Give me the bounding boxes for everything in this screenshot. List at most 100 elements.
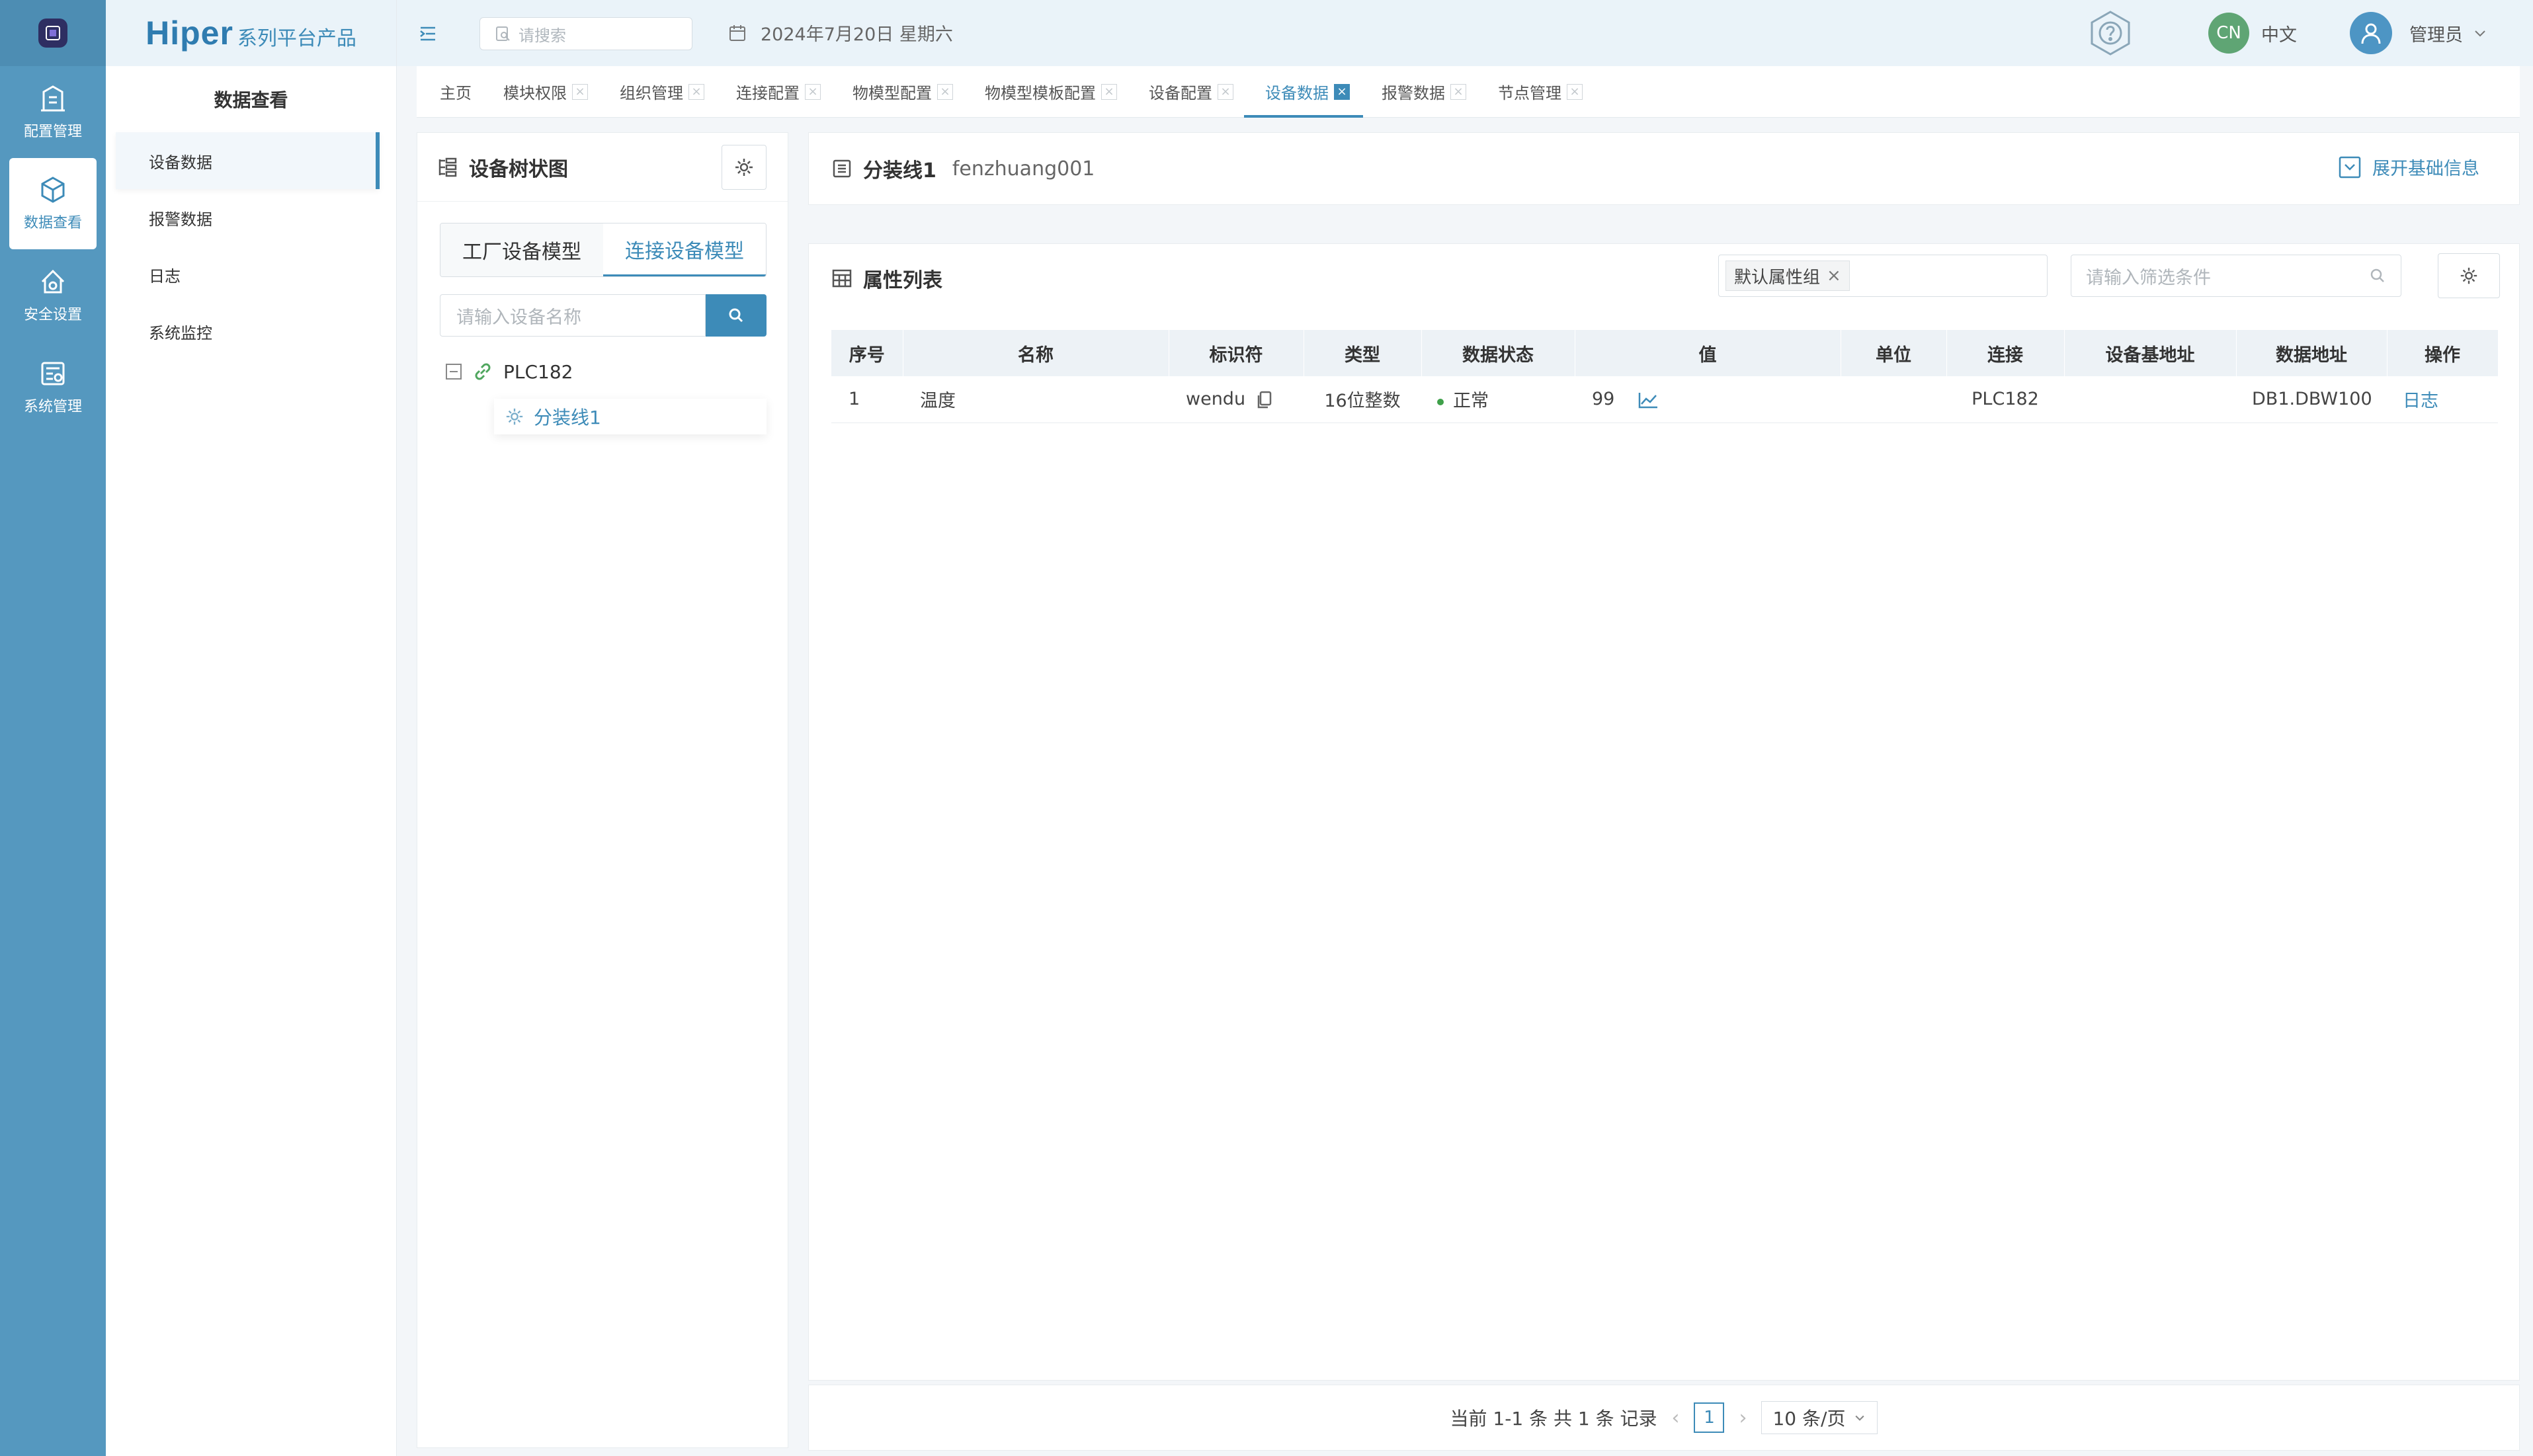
collapse-icon[interactable] xyxy=(445,363,462,380)
global-search-input[interactable]: 请搜索 xyxy=(479,17,692,50)
tab-home[interactable]: 主页 xyxy=(440,66,472,118)
tree-node-line1[interactable]: 分装线1 xyxy=(494,399,767,434)
copy-icon[interactable] xyxy=(1257,391,1272,409)
user-icon xyxy=(2361,23,2381,44)
close-icon[interactable]: × xyxy=(1567,83,1583,100)
pagination-summary: 当前 1-1 条 共 1 条 记录 xyxy=(1450,1408,1657,1430)
attribute-list-panel: 属性列表 默认属性组 × 请输入筛选条件 序号 名称 标识符 类型 数据状态 值… xyxy=(808,243,2520,1381)
rail-item-data[interactable]: 数据查看 xyxy=(9,158,97,249)
close-icon[interactable]: × xyxy=(688,83,704,100)
device-search-button[interactable] xyxy=(706,294,767,337)
tab-label: 设备配置 xyxy=(1149,84,1212,102)
date-display: 2024年7月20日 星期六 xyxy=(727,20,953,46)
top-header: 请搜索 2024年7月20日 星期六 CN 中文 管理员 xyxy=(397,0,2533,66)
user-name[interactable]: 管理员 xyxy=(2409,20,2463,46)
rail-item-security[interactable]: 安全设置 xyxy=(0,249,106,341)
app-logo[interactable] xyxy=(0,0,106,66)
close-icon[interactable]: × xyxy=(1101,83,1117,100)
menu-item-device-data[interactable]: 设备数据 xyxy=(116,132,380,189)
attribute-group-select[interactable]: 默认属性组 × xyxy=(1718,255,2048,297)
attribute-filter-input[interactable]: 请输入筛选条件 xyxy=(2071,255,2401,297)
rail-label: 配置管理 xyxy=(23,123,82,140)
document-icon xyxy=(833,159,851,178)
pagination: 当前 1-1 条 共 1 条 记录 ‹ 1 › 10 条/页 xyxy=(808,1385,2520,1451)
next-page-icon[interactable]: › xyxy=(1739,1406,1747,1430)
rail-item-config[interactable]: 配置管理 xyxy=(0,66,106,158)
language-label[interactable]: 中文 xyxy=(2261,20,2297,46)
tab-alarm-data[interactable]: 报警数据 × xyxy=(1382,66,1466,118)
close-icon[interactable]: × xyxy=(572,83,588,100)
tab-device-data[interactable]: 设备数据 × xyxy=(1244,66,1363,118)
rail-item-system[interactable]: 系统管理 xyxy=(0,341,106,433)
tab-model-config[interactable]: 物模型配置 × xyxy=(852,66,953,118)
rail-label: 系统管理 xyxy=(23,398,82,415)
help-icon[interactable] xyxy=(2087,9,2134,57)
tab-model-template-config[interactable]: 物模型模板配置 × xyxy=(985,66,1117,118)
col-identifier: 标识符 xyxy=(1169,330,1304,376)
tab-node-management[interactable]: 节点管理 × xyxy=(1498,66,1583,118)
tab-label: 模块权限 xyxy=(503,84,567,102)
language-badge[interactable]: CN xyxy=(2208,13,2249,54)
col-type: 类型 xyxy=(1304,330,1422,376)
tree-node-label: 分装线1 xyxy=(534,407,601,428)
tab-connect-model[interactable]: 连接设备模型 xyxy=(603,223,766,276)
close-icon[interactable]: × xyxy=(1218,83,1233,100)
cell-identifier: wendu xyxy=(1169,376,1304,423)
col-status: 数据状态 xyxy=(1421,330,1575,376)
close-icon[interactable]: × xyxy=(937,83,953,100)
tab-bar: 主页 模块权限 × 组织管理 × 连接配置 × 物模型配置 × 物模型模板配置 × 设备配… xyxy=(417,66,2520,118)
close-icon[interactable]: × xyxy=(1450,83,1466,100)
device-search-input[interactable]: 请输入设备名称 xyxy=(440,294,706,337)
gear-icon xyxy=(506,408,523,425)
side-menu: Hiper 系列平台产品 数据查看 设备数据 报警数据 日志 系统监控 xyxy=(106,0,397,1456)
menu-collapse-icon[interactable] xyxy=(418,24,438,44)
search-placeholder: 请搜索 xyxy=(519,26,566,45)
search-doc-icon xyxy=(496,26,510,41)
log-link[interactable]: 日志 xyxy=(2387,376,2498,423)
page-size-select[interactable]: 10 条/页 xyxy=(1761,1401,1878,1434)
trend-chart-icon[interactable] xyxy=(1638,391,1659,409)
tab-device-config[interactable]: 设备配置 × xyxy=(1149,66,1233,118)
chevron-down-icon[interactable] xyxy=(2472,25,2488,41)
cell-connection: PLC182 xyxy=(1946,376,2064,423)
user-avatar[interactable] xyxy=(2350,12,2392,54)
tree-title: 设备树状图 xyxy=(469,157,568,181)
tree-node-label: PLC182 xyxy=(503,360,573,383)
tab-label: 连接配置 xyxy=(736,84,800,102)
tab-label: 主页 xyxy=(440,84,472,102)
tab-factory-model[interactable]: 工厂设备模型 xyxy=(440,223,603,276)
close-icon[interactable]: × xyxy=(1827,266,1841,286)
menu-item-alarm-data[interactable]: 报警数据 xyxy=(106,189,396,246)
calendar-icon xyxy=(729,24,745,41)
col-unit: 单位 xyxy=(1841,330,1947,376)
tab-connection-config[interactable]: 连接配置 × xyxy=(736,66,821,118)
cell-value: 99 xyxy=(1575,376,1841,423)
menu-item-log[interactable]: 日志 xyxy=(106,246,396,303)
page-size-label: 10 条/页 xyxy=(1772,1408,1846,1430)
page-1-button[interactable]: 1 xyxy=(1694,1402,1725,1433)
column-settings-button[interactable] xyxy=(2438,253,2500,298)
identifier-text: wendu xyxy=(1186,389,1246,410)
chip-label: 默认属性组 xyxy=(1734,267,1821,288)
col-data-address: 数据地址 xyxy=(2236,330,2388,376)
device-name: 分装线1 xyxy=(863,159,936,182)
building-icon xyxy=(41,85,65,111)
col-index: 序号 xyxy=(831,330,903,376)
close-icon[interactable]: × xyxy=(805,83,821,100)
close-icon[interactable]: × xyxy=(1334,83,1350,100)
col-value: 值 xyxy=(1575,330,1841,376)
prev-page-icon[interactable]: ‹ xyxy=(1671,1406,1679,1430)
tab-org-management[interactable]: 组织管理 × xyxy=(620,66,704,118)
expand-info-label: 展开基础信息 xyxy=(2372,159,2479,179)
date-text: 2024年7月20日 星期六 xyxy=(761,24,953,45)
rail-label: 数据查看 xyxy=(23,215,82,231)
menu-item-system-monitor[interactable]: 系统监控 xyxy=(106,303,396,360)
tree-settings-button[interactable] xyxy=(722,145,767,190)
status-text: 正常 xyxy=(1453,391,1489,412)
tab-label: 报警数据 xyxy=(1382,84,1445,102)
tree-icon xyxy=(438,157,457,177)
tab-module-permission[interactable]: 模块权限 × xyxy=(503,66,588,118)
tree-node-plc[interactable]: PLC182 xyxy=(445,360,573,383)
table-header-row: 序号 名称 标识符 类型 数据状态 值 单位 连接 设备基地址 数据地址 操作 xyxy=(831,330,2499,376)
expand-info-button[interactable]: 展开基础信息 xyxy=(2338,154,2479,180)
